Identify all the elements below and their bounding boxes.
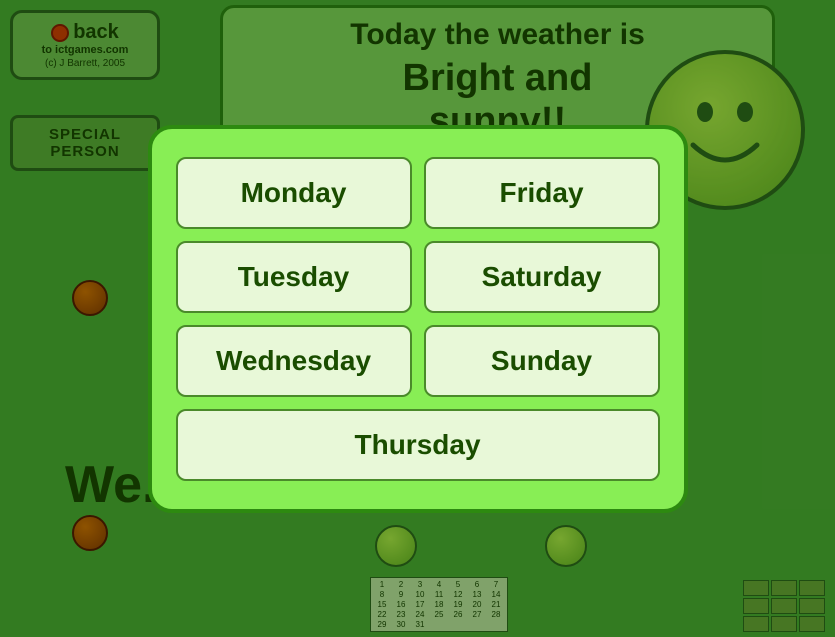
saturday-button[interactable]: Saturday [424,241,660,313]
thursday-button[interactable]: Thursday [176,409,660,481]
days-modal: Monday Friday Tuesday Saturday Wednesday… [148,125,688,513]
wednesday-button[interactable]: Wednesday [176,325,412,397]
tuesday-button[interactable]: Tuesday [176,241,412,313]
day-row-2: Tuesday Saturday [176,241,660,313]
monday-button[interactable]: Monday [176,157,412,229]
day-row-3: Wednesday Sunday [176,325,660,397]
friday-button[interactable]: Friday [424,157,660,229]
day-row-1: Monday Friday [176,157,660,229]
sunday-button[interactable]: Sunday [424,325,660,397]
day-row-4: Thursday [176,409,660,481]
modal-overlay: Monday Friday Tuesday Saturday Wednesday… [0,0,835,637]
